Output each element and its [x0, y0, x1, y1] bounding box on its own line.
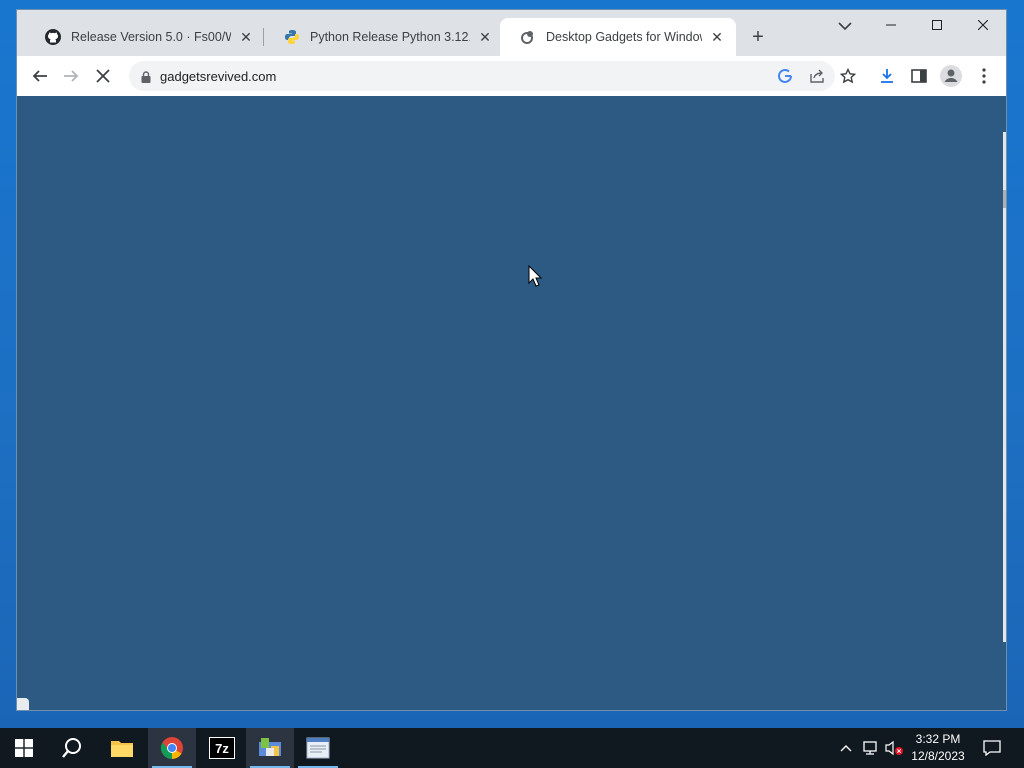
- tab-search-icon[interactable]: [835, 16, 855, 36]
- app-installer-icon[interactable]: [246, 728, 294, 768]
- download-icon[interactable]: [875, 64, 899, 88]
- 7zip-label: 7z: [209, 737, 235, 759]
- tab-github-release[interactable]: Release Version 5.0 · Fs00/Win10 ✕: [25, 18, 265, 56]
- new-tab-button[interactable]: +: [747, 26, 769, 48]
- page-content-area[interactable]: [17, 96, 1006, 710]
- search-icon[interactable]: [48, 728, 96, 768]
- bookmark-star-icon[interactable]: [836, 64, 860, 88]
- tab-strip: Release Version 5.0 · Fs00/Win10 ✕ Pytho…: [17, 10, 1006, 56]
- tab-title: Release Version 5.0 · Fs00/Win10: [71, 30, 231, 44]
- scrollbar-thumb[interactable]: [1003, 190, 1006, 208]
- volume-muted-icon[interactable]: [884, 738, 904, 758]
- clock-date: 12/8/2023: [911, 749, 965, 763]
- gadgets-favicon-icon: [520, 29, 536, 45]
- page-scrollbar[interactable]: [1003, 132, 1006, 642]
- taskbar: 7z 3:32 PM 12/8/2023: [0, 728, 1024, 768]
- lock-icon[interactable]: [141, 70, 151, 88]
- maximize-icon[interactable]: [914, 10, 960, 40]
- profile-avatar-icon[interactable]: [939, 64, 963, 88]
- close-tab-icon[interactable]: ✕: [708, 28, 726, 46]
- mouse-cursor-icon: [528, 264, 543, 292]
- stop-loading-icon[interactable]: [91, 64, 115, 88]
- 7zip-icon[interactable]: 7z: [198, 728, 246, 768]
- address-bar[interactable]: gadgetsrevived.com: [129, 61, 835, 91]
- python-icon: [284, 29, 300, 45]
- side-panel-icon[interactable]: [907, 64, 931, 88]
- browser-toolbar: gadgetsrevived.com: [17, 56, 1006, 97]
- network-icon[interactable]: [860, 738, 880, 758]
- tab-desktop-gadgets[interactable]: Desktop Gadgets for Windows 1 ✕: [500, 18, 736, 56]
- status-bubble: [17, 698, 29, 710]
- system-clock[interactable]: 3:32 PM 12/8/2023: [904, 731, 972, 765]
- share-icon[interactable]: [807, 66, 827, 86]
- start-icon[interactable]: [0, 728, 48, 768]
- tab-python-release[interactable]: Python Release Python 3.12.1 | P ✕: [264, 18, 504, 56]
- tab-title: Python Release Python 3.12.1 | P: [310, 30, 470, 44]
- url-text: gadgetsrevived.com: [160, 69, 277, 84]
- close-tab-icon[interactable]: ✕: [237, 28, 255, 46]
- google-lens-icon[interactable]: [775, 66, 795, 86]
- forward-arrow-icon[interactable]: [59, 64, 83, 88]
- back-arrow-icon[interactable]: [28, 64, 52, 88]
- notification-center-icon[interactable]: [982, 738, 1002, 758]
- browser-window: Release Version 5.0 · Fs00/Win10 ✕ Pytho…: [17, 10, 1006, 710]
- minimize-icon[interactable]: [868, 10, 914, 40]
- close-tab-icon[interactable]: ✕: [476, 28, 494, 46]
- clock-time: 3:32 PM: [915, 732, 961, 746]
- chrome-icon[interactable]: [148, 728, 196, 768]
- file-explorer-icon[interactable]: [98, 728, 146, 768]
- close-window-icon[interactable]: [960, 10, 1006, 40]
- tab-title: Desktop Gadgets for Windows 1: [546, 30, 702, 44]
- notepad-icon[interactable]: [294, 728, 342, 768]
- github-icon: [45, 29, 61, 45]
- menu-kebab-icon[interactable]: [972, 64, 996, 88]
- window-controls: [868, 10, 1006, 40]
- show-hidden-icons-icon[interactable]: [836, 738, 856, 758]
